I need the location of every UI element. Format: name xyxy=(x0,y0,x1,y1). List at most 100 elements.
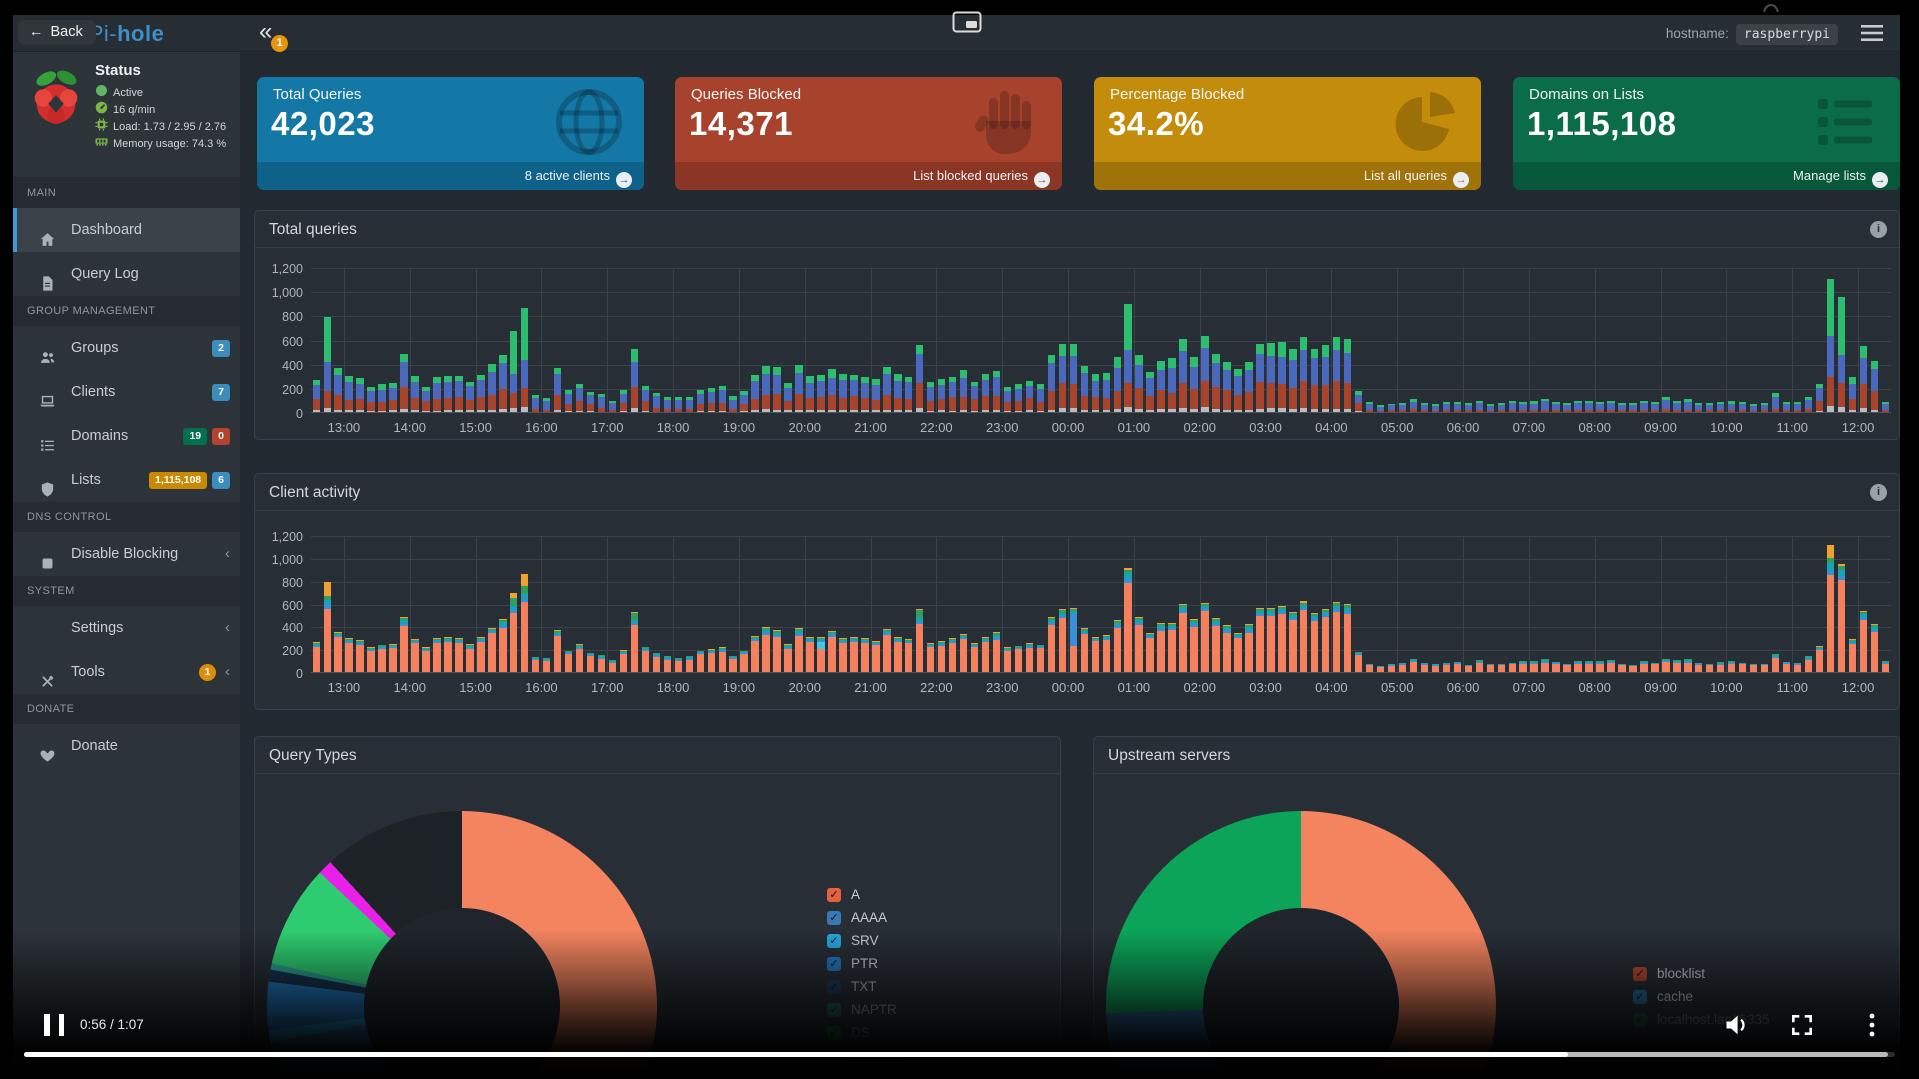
bar xyxy=(1443,663,1450,672)
status-active: Active xyxy=(95,84,143,100)
bar xyxy=(378,384,385,412)
x-tick-label: 15:00 xyxy=(446,420,506,435)
info-icon[interactable]: i xyxy=(1870,484,1887,501)
bar xyxy=(1530,661,1537,672)
bar xyxy=(345,376,352,412)
bar xyxy=(1366,402,1373,412)
menu-icon[interactable] xyxy=(1860,23,1884,43)
sidebar-item-groups[interactable]: Groups2 xyxy=(13,326,240,370)
bar xyxy=(1739,663,1746,672)
sidebar-nav: MAINDashboardQuery LogGROUP MANAGEMENTGr… xyxy=(13,178,240,768)
bar xyxy=(1366,664,1373,672)
bar xyxy=(499,355,506,412)
count-badge: 6 xyxy=(212,472,230,489)
sidebar-item-donate[interactable]: Donate xyxy=(13,724,240,768)
card-footer-link[interactable]: List all queries→ xyxy=(1094,162,1481,190)
y-tick-label: 0 xyxy=(254,667,303,681)
bar xyxy=(751,636,758,672)
y-tick-label: 200 xyxy=(254,383,303,397)
bar xyxy=(1596,402,1603,412)
bar xyxy=(1114,357,1121,412)
card-footer-link[interactable]: Manage lists→ xyxy=(1513,162,1900,190)
sidebar-item-dashboard[interactable]: Dashboard xyxy=(13,208,240,252)
x-tick-label: 07:00 xyxy=(1499,420,1559,435)
bar xyxy=(1882,402,1889,412)
bar xyxy=(949,638,956,672)
bar xyxy=(1081,628,1088,672)
bar xyxy=(1070,344,1077,412)
bar xyxy=(1311,349,1318,412)
card-title: Domains on Lists xyxy=(1529,86,1644,103)
status-load: Load: 1.73 / 2.95 / 2.76 xyxy=(95,118,226,134)
sidebar-collapse-button[interactable]: «1 xyxy=(259,17,272,47)
legend-item-aaaa[interactable]: ✓AAAA xyxy=(827,906,907,929)
card-footer-link[interactable]: List blocked queries→ xyxy=(675,162,1062,190)
sidebar-item-label: Settings xyxy=(71,606,123,650)
sidebar-item-lists[interactable]: Lists1,115,1086 xyxy=(13,458,240,502)
video-progress-bar[interactable] xyxy=(24,1052,1895,1057)
back-button[interactable]: ←Back xyxy=(18,20,96,45)
bar xyxy=(521,308,528,412)
bar xyxy=(1377,405,1384,412)
x-tick-label: 16:00 xyxy=(511,680,571,695)
sidebar-item-label: Domains xyxy=(71,414,128,458)
status-title: Status xyxy=(95,62,141,79)
sidebar-item-query-log[interactable]: Query Log xyxy=(13,252,240,296)
bar xyxy=(817,637,824,672)
arrow-circle-icon: → xyxy=(616,172,632,188)
bar xyxy=(1135,355,1142,412)
bar xyxy=(905,377,912,412)
bar xyxy=(1805,397,1812,412)
bar xyxy=(1607,401,1614,412)
bar xyxy=(1487,404,1494,412)
info-icon[interactable]: i xyxy=(1870,221,1887,238)
bar xyxy=(422,647,429,672)
y-tick-label: 1,200 xyxy=(254,530,303,544)
bar xyxy=(675,397,682,412)
bar xyxy=(1267,343,1274,412)
bar xyxy=(1552,662,1559,672)
pause-button[interactable] xyxy=(44,1014,64,1036)
bar xyxy=(773,367,780,412)
legend-checkbox[interactable]: ✓ xyxy=(827,911,841,925)
bar xyxy=(1355,391,1362,412)
bar xyxy=(1256,344,1263,412)
bar xyxy=(653,653,660,672)
bar xyxy=(1004,647,1011,672)
sidebar-item-tools[interactable]: Tools1‹ xyxy=(13,650,240,694)
bar xyxy=(1092,374,1099,412)
sidebar-item-settings[interactable]: Settings‹ xyxy=(13,606,240,650)
bar xyxy=(1651,663,1658,672)
bar xyxy=(1157,623,1164,672)
y-tick-label: 400 xyxy=(254,359,303,373)
bar xyxy=(543,398,550,412)
legend-item-a[interactable]: ✓A xyxy=(827,883,907,906)
panel-header: Query Types xyxy=(255,737,1060,774)
volume-icon[interactable] xyxy=(1723,1011,1751,1039)
sidebar-item-clients[interactable]: Clients7 xyxy=(13,370,240,414)
bar xyxy=(1651,402,1658,412)
bar xyxy=(1706,664,1713,672)
bar xyxy=(1541,399,1548,412)
bar xyxy=(345,638,352,672)
sidebar-item-domains[interactable]: Domains190 xyxy=(13,414,240,458)
card-footer-link[interactable]: 8 active clients→ xyxy=(257,162,644,190)
bar xyxy=(1498,664,1505,672)
bar xyxy=(1399,663,1406,672)
fullscreen-icon[interactable] xyxy=(1789,1012,1815,1038)
picture-in-picture-icon[interactable] xyxy=(952,11,982,33)
legend-checkbox[interactable]: ✓ xyxy=(827,888,841,902)
x-tick-label: 12:00 xyxy=(1828,680,1888,695)
sidebar-item-label: Disable Blocking xyxy=(71,532,178,576)
bar xyxy=(795,628,802,672)
bar xyxy=(927,643,934,672)
bar xyxy=(806,637,813,672)
kebab-menu-icon[interactable] xyxy=(1867,1011,1877,1039)
video-player: Pi-hole «1 hostname:raspberrypi xyxy=(0,0,1919,1079)
bar xyxy=(466,382,473,412)
sidebar-item-disable-blocking[interactable]: Disable Blocking‹ xyxy=(13,532,240,576)
bar xyxy=(510,331,517,412)
bar xyxy=(1772,654,1779,672)
bar xyxy=(598,394,605,412)
bar xyxy=(1607,660,1614,672)
